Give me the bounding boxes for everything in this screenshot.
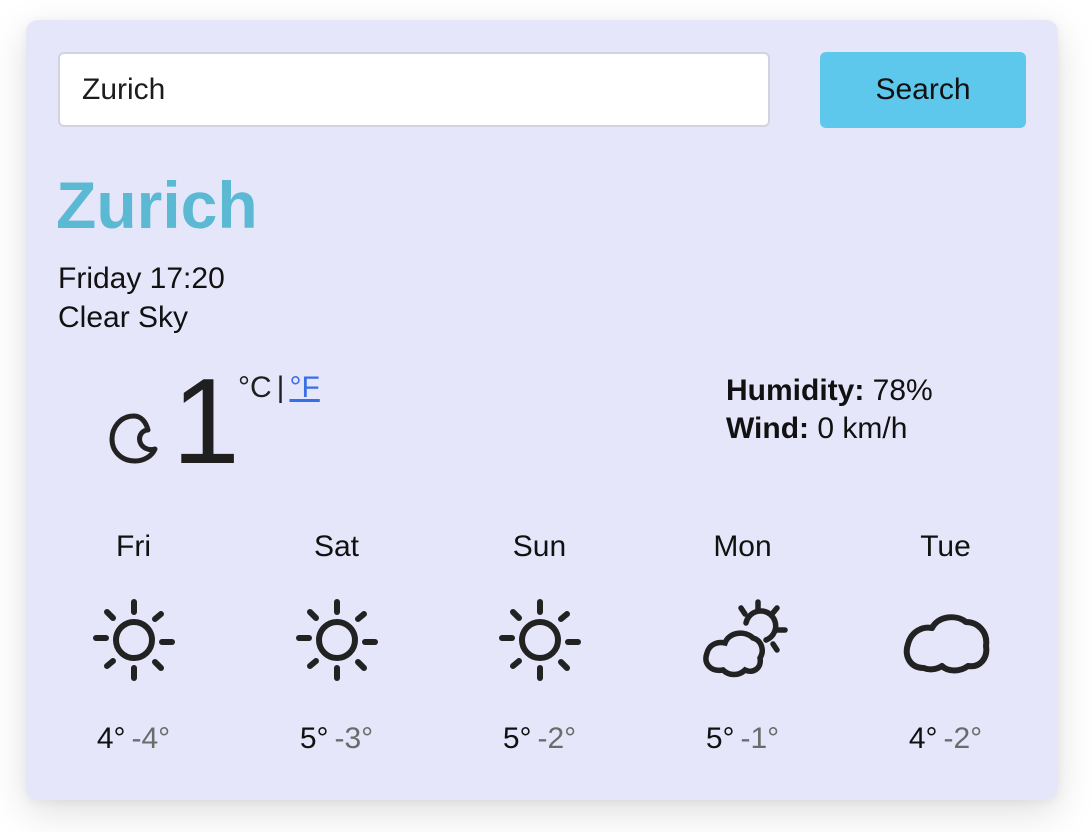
forecast-max-temp: 5°	[705, 722, 735, 755]
moon-icon	[109, 413, 158, 464]
weather-details: Humidity: 78% Wind: 0 km/h	[726, 372, 933, 448]
current-datetime: Friday 17:20	[58, 262, 225, 295]
forecast-min-temp: -3°	[334, 722, 374, 755]
sun-icon	[295, 599, 378, 681]
forecast-min-temp: -2°	[943, 722, 983, 755]
forecast-day: Sun 5° -2°	[438, 532, 641, 754]
forecast-max-temp: 4°	[96, 722, 126, 755]
celsius-unit: °C	[238, 371, 272, 404]
forecast-day-name: Mon	[713, 530, 772, 563]
forecast-day-name: Tue	[920, 530, 971, 563]
forecast-max-temp: 5°	[299, 722, 329, 755]
wind-row: Wind: 0 km/h	[726, 410, 933, 448]
forecast-day: Mon 5° -1°	[641, 532, 844, 754]
cloud-icon	[903, 614, 989, 674]
sun-icon	[92, 599, 175, 681]
forecast-max-temp: 5°	[502, 722, 532, 755]
wind-value: 0 km/h	[817, 412, 908, 445]
fahrenheit-link[interactable]: °F	[289, 371, 319, 404]
forecast-day-name: Fri	[116, 530, 151, 563]
city-search-input[interactable]	[58, 52, 770, 127]
forecast-max-temp: 4°	[908, 722, 938, 755]
forecast-day-name: Sat	[313, 530, 360, 563]
forecast-day-name: Sun	[512, 530, 567, 563]
forecast: Fri 4° -4° Sat 5° -3° Sun 5° -2° Mon 5° …	[32, 532, 1048, 772]
partly-cloudy-icon	[702, 599, 788, 678]
forecast-min-temp: -4°	[131, 722, 171, 755]
weather-description: Clear Sky	[58, 301, 189, 334]
search-button[interactable]: Search	[820, 52, 1026, 128]
forecast-day: Tue 4° -2°	[844, 532, 1047, 754]
current-temperature: 1	[172, 353, 240, 489]
wind-label: Wind:	[726, 412, 810, 445]
weather-card: Search Zurich Friday 17:20 Clear Sky 1 °…	[26, 20, 1058, 800]
forecast-day: Fri 4° -4°	[32, 532, 235, 754]
sun-icon	[498, 599, 581, 681]
humidity-label: Humidity:	[726, 374, 865, 407]
unit-toggle: °C | °F	[238, 373, 320, 403]
humidity-value: 78%	[872, 374, 933, 407]
unit-separator: |	[276, 371, 285, 404]
forecast-min-temp: -2°	[537, 722, 577, 755]
forecast-min-temp: -1°	[740, 722, 780, 755]
forecast-day: Sat 5° -3°	[235, 532, 438, 754]
city-name: Zurich	[56, 168, 258, 242]
humidity-row: Humidity: 78%	[726, 372, 933, 410]
